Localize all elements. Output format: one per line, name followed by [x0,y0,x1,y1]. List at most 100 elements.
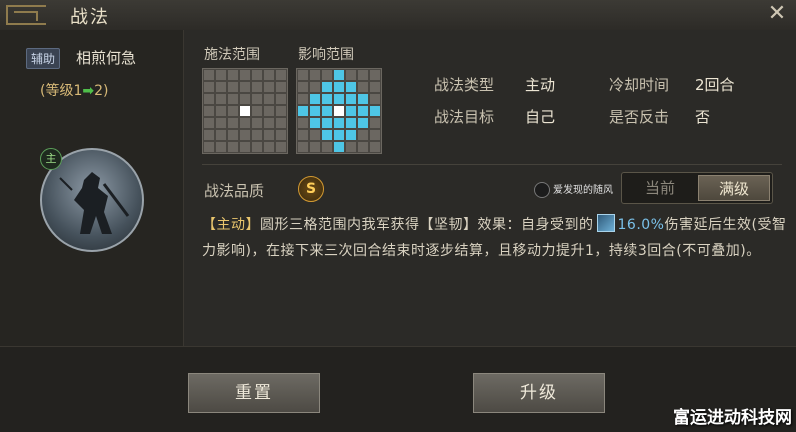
cast-grid-cell [239,81,251,93]
cast-grid-cell [215,81,227,93]
cast-grid-cell [251,93,263,105]
effect-grid-cell [369,117,381,129]
effect-grid-cell-active [321,117,333,129]
effect-grid-cell [297,69,309,81]
cast-grid-cell [227,117,239,129]
skill-type-label: 战法类型 [434,76,495,94]
effect-grid-cell [309,81,321,93]
effect-grid-cell-center [333,105,345,117]
title-bar: 战法 ✕ [0,0,796,31]
cast-grid-cell [239,141,251,153]
cast-grid-cell [203,81,215,93]
cast-grid-cell [263,105,275,117]
effect-grid-cell [321,69,333,81]
effect-grid-cell-active [357,117,369,129]
cast-grid-cell [215,117,227,129]
cast-grid-cell [263,69,275,81]
effect-grid-cell [297,93,309,105]
effect-grid-cell [357,69,369,81]
effect-grid-cell-active [297,105,309,117]
effect-grid-cell [345,69,357,81]
skill-summary-panel: 辅助 相煎何急 (等级1➡2) 主 [0,30,184,346]
effect-grid-cell [357,81,369,93]
cast-grid-cell-active [239,105,251,117]
cast-grid-cell [251,117,263,129]
effect-grid-cell-active [333,129,345,141]
cast-grid-cell [251,129,263,141]
cooldown-label: 冷却时间 [609,76,670,94]
skill-type-value: 主动 [525,76,556,94]
effect-grid-cell-active [345,81,357,93]
effect-grid-cell [297,81,309,93]
cast-grid-cell [251,141,263,153]
cast-grid-cell [239,117,251,129]
effect-grid-cell [369,141,381,153]
effect-grid-cell-active [333,141,345,153]
effect-grid-cell [297,129,309,141]
effect-grid-cell [345,141,357,153]
cast-grid-cell [263,141,275,153]
cast-grid-cell [227,129,239,141]
effect-grid-cell-active [345,93,357,105]
cast-grid-cell [275,81,287,93]
effect-grid-cell-active [321,129,333,141]
desc-active-tag: 【主动】 [202,217,260,233]
cast-grid-cell [275,129,287,141]
cast-grid-cell [215,93,227,105]
cast-grid-cell [239,69,251,81]
upgrade-button[interactable]: 升级 [473,373,605,413]
reset-button[interactable]: 重置 [188,373,320,413]
skill-type-badge: 辅助 [26,48,61,69]
effect-grid-cell-active [321,81,333,93]
level-toggle: 当前 满级 [621,172,773,204]
effect-grid-cell [369,69,381,81]
watermark-avatar-icon [534,182,550,198]
cast-grid-cell [215,69,227,81]
effect-grid-cell-active [309,105,321,117]
watermark-text: 爱发现的随风 [553,185,613,196]
toggle-current[interactable]: 当前 [624,175,696,201]
effect-grid-cell [357,129,369,141]
effect-grid-cell-active [345,117,357,129]
effect-grid-cell [309,129,321,141]
effect-grid-cell-active [309,117,321,129]
skill-detail-panel: 施法范围 影响范围 战法类型 主动 冷却时间 2回合 战法目标 自己 是否反击 … [184,30,796,346]
desc-percent: 16.0% [617,217,665,233]
cast-range-label: 施法范围 [204,47,260,63]
window-title: 战法 [70,7,110,28]
quality-label: 战法品质 [204,182,265,200]
cast-grid-cell [227,93,239,105]
cast-grid-cell [263,129,275,141]
effect-grid-cell-active [309,93,321,105]
cast-grid-cell [275,93,287,105]
cast-grid-cell [227,141,239,153]
skill-target-label: 战法目标 [434,108,495,126]
cast-range-grid [202,68,288,154]
effect-grid-cell-active [345,105,357,117]
toggle-max-level[interactable]: 满级 [698,175,770,201]
effect-grid-cell-active [321,93,333,105]
cast-grid-cell [215,141,227,153]
effect-grid-cell [369,129,381,141]
cast-grid-cell [227,69,239,81]
cast-grid-cell [275,117,287,129]
quality-grade-badge: S [298,176,324,202]
close-icon[interactable]: ✕ [766,2,788,26]
effect-grid-cell-active [369,105,381,117]
cast-grid-cell [239,129,251,141]
skill-name: 相煎何急 [76,49,137,67]
cast-grid-cell [215,105,227,117]
title-ornament-icon [6,5,46,25]
counter-value: 否 [695,108,711,126]
cast-grid-cell [263,117,275,129]
cast-grid-cell [263,93,275,105]
cast-grid-cell [275,141,287,153]
effect-grid-cell-active [321,105,333,117]
cooldown-value: 2回合 [695,76,735,94]
arrow-right-icon: ➡ [82,83,95,99]
main-general-badge: 主 [40,148,62,170]
cast-grid-cell [203,93,215,105]
cast-grid-cell [215,129,227,141]
site-watermark: 富运进动科技网 [673,408,792,428]
cast-grid-cell [251,69,263,81]
